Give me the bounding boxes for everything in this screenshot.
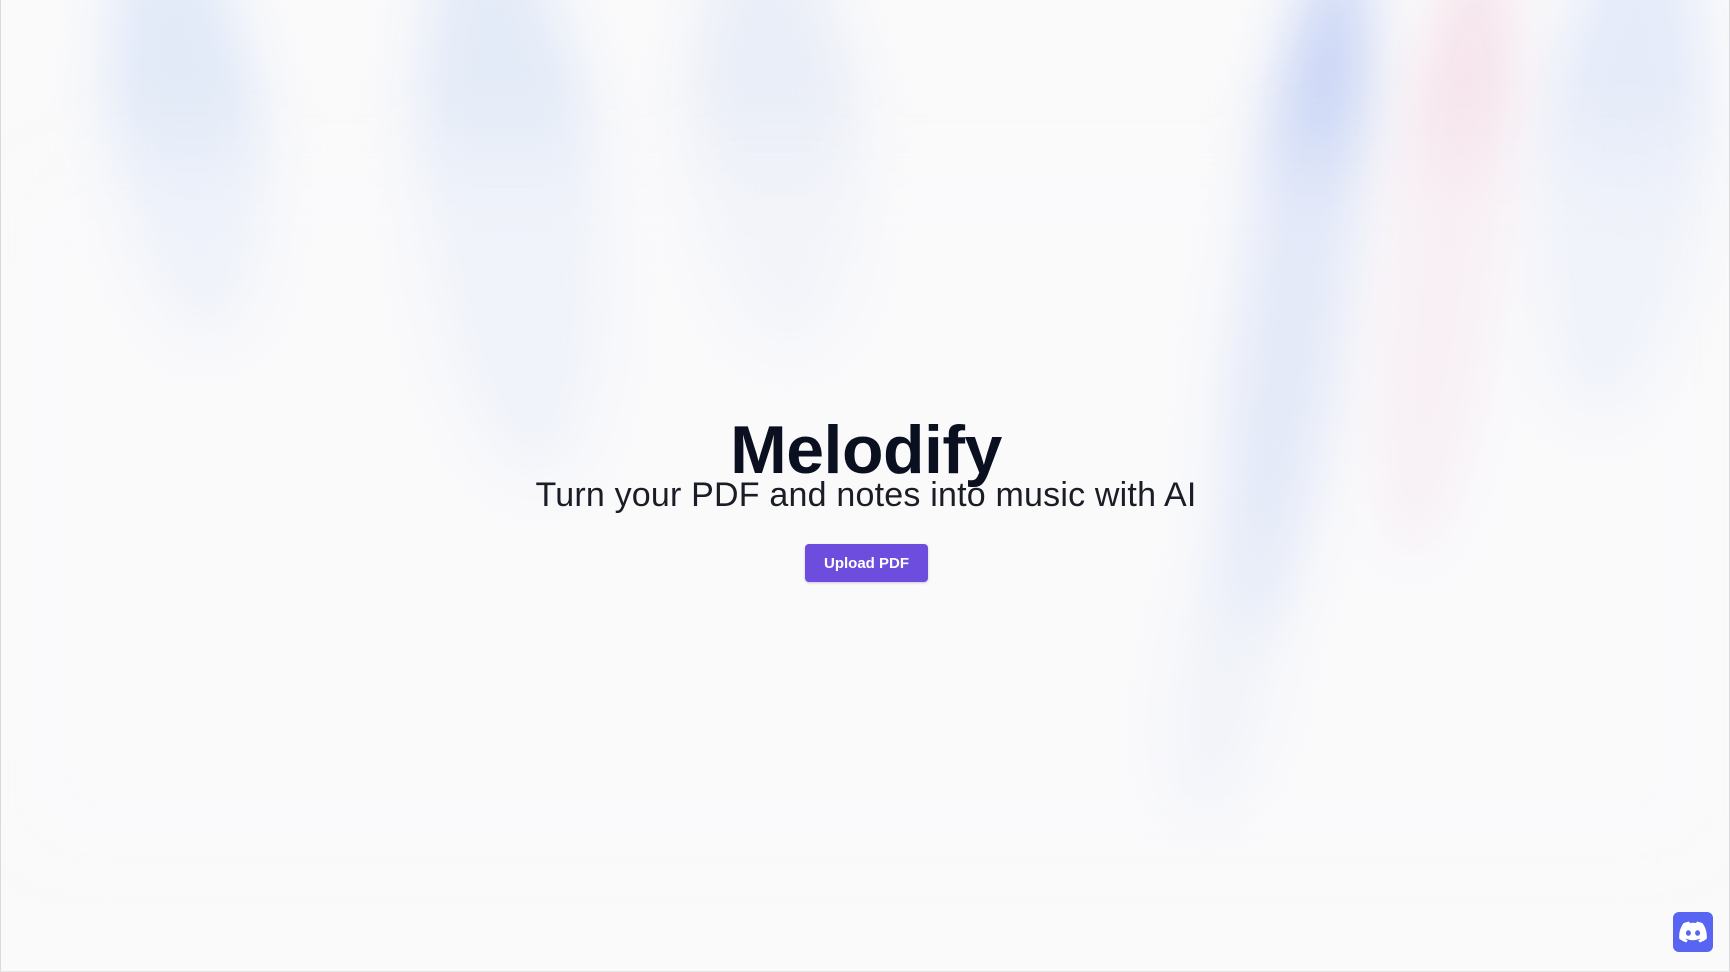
landing-page: Melodify Turn your PDF and notes into mu… xyxy=(0,0,1730,972)
discord-button[interactable] xyxy=(1673,912,1713,952)
hero-subtitle: Turn your PDF and notes into music with … xyxy=(535,476,1197,514)
discord-icon xyxy=(1679,921,1707,943)
upload-pdf-button[interactable]: Upload PDF xyxy=(805,544,928,582)
hero-section: Melodify Turn your PDF and notes into mu… xyxy=(1,0,1729,971)
page-title: Melodify xyxy=(730,411,1002,488)
